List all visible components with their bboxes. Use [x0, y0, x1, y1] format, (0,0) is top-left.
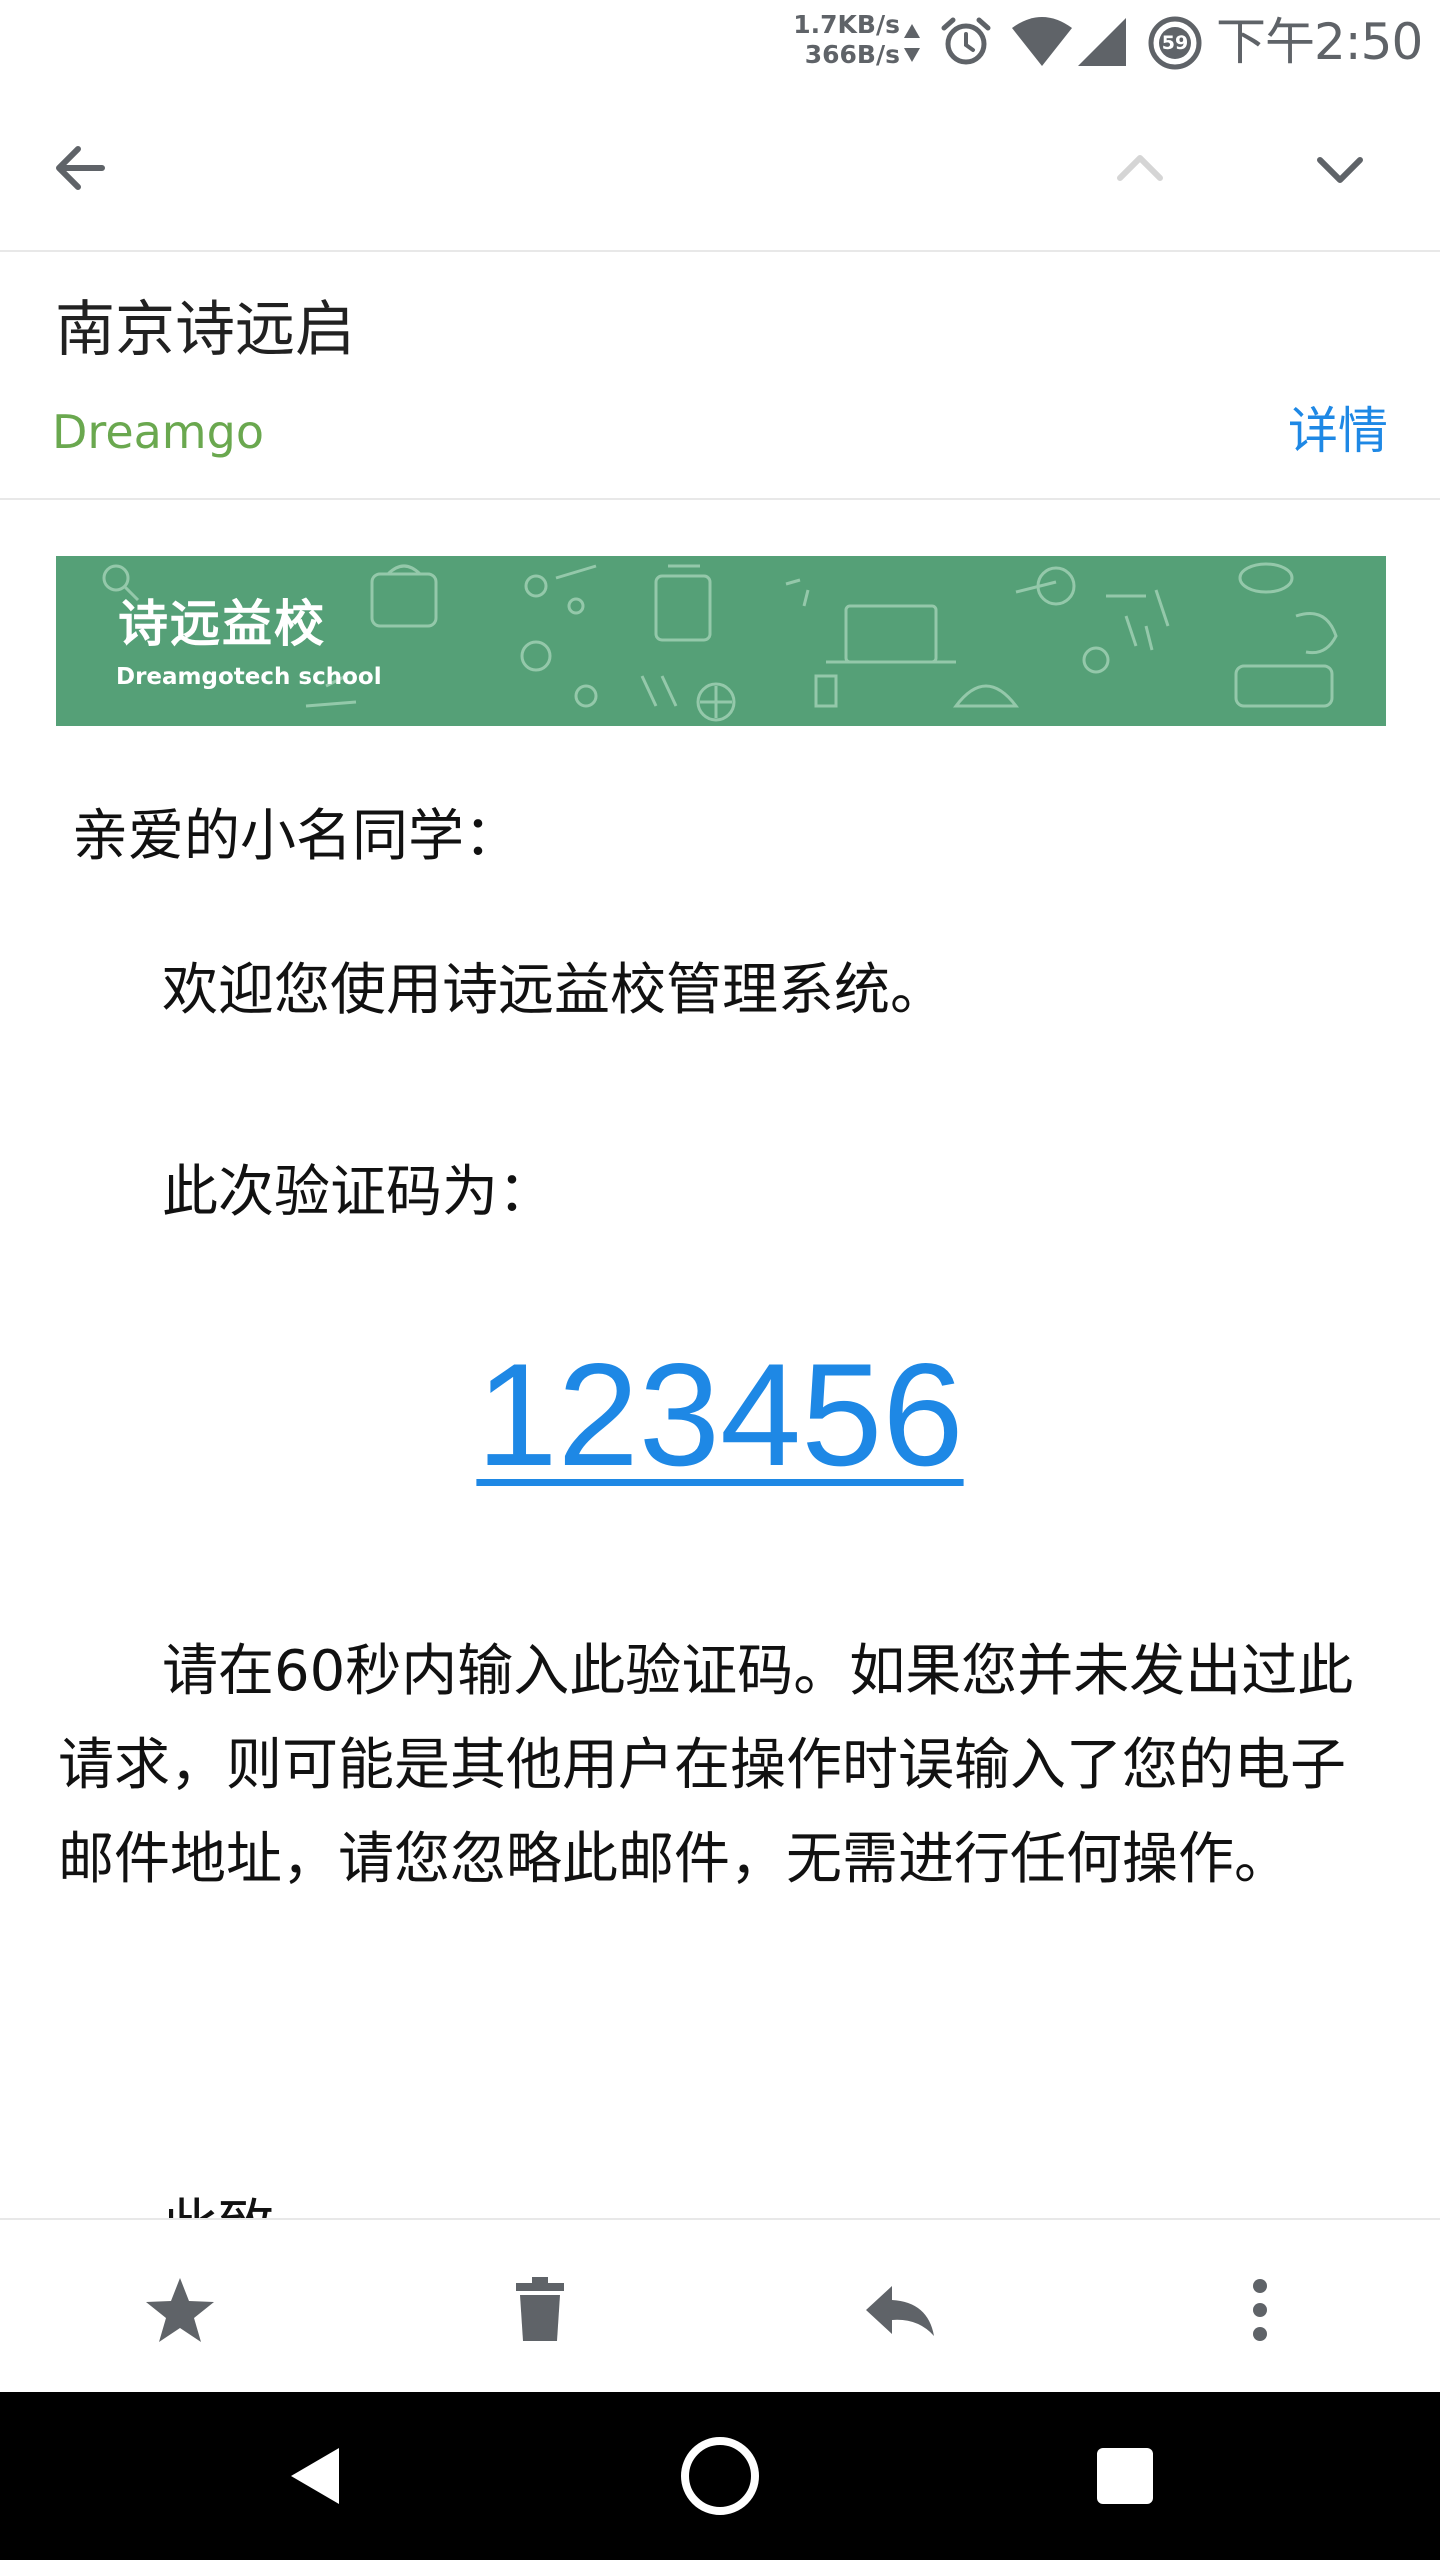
greeting-text: 亲爱的小名同学： — [72, 804, 520, 869]
net-upload-speed: 1.7KB/s — [793, 10, 900, 39]
reply-icon — [866, 2286, 934, 2336]
previous-email-button[interactable] — [1100, 128, 1180, 208]
email-toolbar — [0, 84, 1440, 252]
banner-subtitle: Dreamgotech school — [116, 664, 382, 690]
email-subject: 南京诗远启 — [55, 295, 355, 365]
banner-title: 诗远益校 — [118, 595, 326, 653]
nav-home-button[interactable] — [670, 2426, 770, 2526]
reply-button[interactable] — [850, 2260, 950, 2360]
arrow-back-icon — [56, 146, 105, 190]
delete-icon — [516, 2277, 564, 2341]
nav-back-icon — [291, 2448, 339, 2504]
verification-code-link[interactable]: 123456 — [0, 1330, 1440, 1500]
nav-recents-button[interactable] — [1075, 2426, 1175, 2526]
status-bar: 1.7KB/s 366B/s 59 下午2:50 — [0, 0, 1440, 84]
star-icon — [146, 2278, 214, 2342]
wifi-icon — [1012, 17, 1072, 66]
school-banner: 诗远益校 Dreamgotech school — [56, 556, 1386, 726]
signal-icon — [1078, 18, 1126, 66]
nav-recents-icon — [1097, 2448, 1153, 2504]
next-email-button[interactable] — [1300, 128, 1380, 208]
more-vert-icon — [1253, 2279, 1267, 2341]
alarm-icon — [941, 17, 991, 65]
star-button[interactable] — [130, 2260, 230, 2360]
system-nav-bar — [0, 2392, 1440, 2560]
instructions-text: 请在60秒内输入此验证码。如果您并未发出过此请求，则可能是其他用户在操作时误输入… — [58, 1639, 1354, 1892]
dnd-badge-text: 59 — [1161, 32, 1189, 54]
net-download-speed: 366B/s — [804, 40, 900, 69]
welcome-text: 欢迎您使用诗远益校管理系统。 — [162, 958, 946, 1023]
chevron-down-icon — [1317, 157, 1363, 183]
nav-back-button[interactable] — [265, 2426, 365, 2526]
network-speed: 1.7KB/s 366B/s — [778, 10, 900, 70]
back-button[interactable] — [40, 128, 120, 208]
delete-button[interactable] — [490, 2260, 590, 2360]
details-link[interactable]: 详情 — [1288, 400, 1388, 462]
email-action-bar — [0, 2218, 1440, 2394]
nav-home-icon — [681, 2437, 759, 2515]
dnd-icon: 59 — [1148, 16, 1202, 70]
email-sender[interactable]: Dreamgo — [52, 402, 264, 462]
status-time: 下午2:50 — [1216, 13, 1423, 71]
data-arrows-icon — [904, 24, 920, 62]
more-options-button[interactable] — [1210, 2260, 1310, 2360]
chevron-up-icon — [1117, 155, 1163, 181]
email-header: 南京诗远启 Dreamgo 详情 — [0, 252, 1440, 500]
code-label: 此次验证码为： — [162, 1160, 554, 1225]
